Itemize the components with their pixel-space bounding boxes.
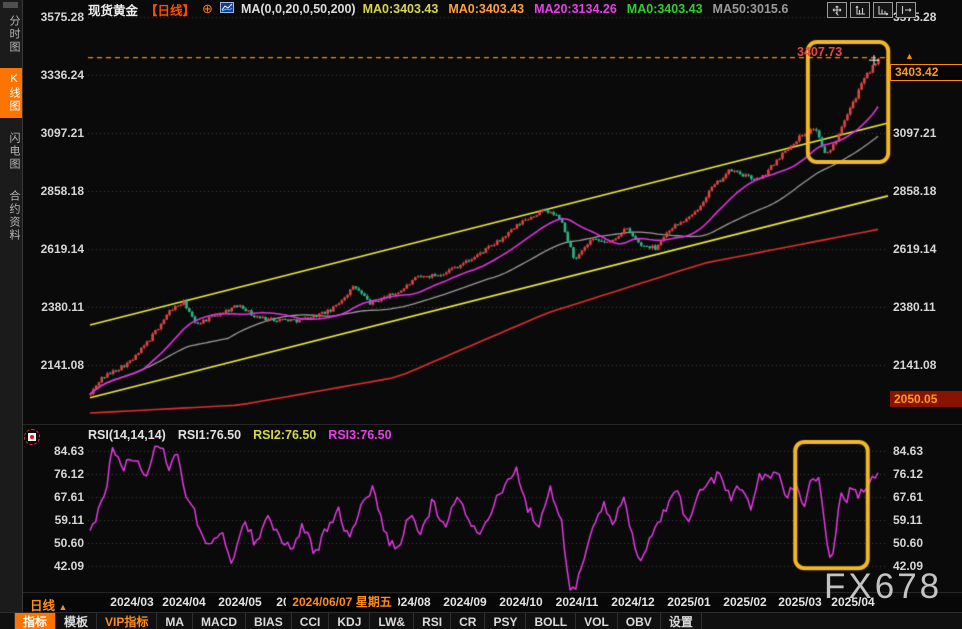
indicator-tab-OBV[interactable]: OBV bbox=[618, 613, 661, 629]
ma-formula: MA(0,0,20,0,50,200) bbox=[241, 2, 356, 16]
mini-line-chart-icon[interactable] bbox=[220, 2, 234, 16]
chart-canvas[interactable] bbox=[22, 0, 962, 597]
rsi-axis-label-left-2: 67.61 bbox=[28, 490, 84, 504]
indicator-tab-指标[interactable]: 指标 bbox=[15, 613, 56, 629]
price-axis-label-left-6: 2141.08 bbox=[28, 358, 84, 372]
indicator-tab-VOL[interactable]: VOL bbox=[576, 613, 618, 629]
range-low-badge: 2050.05 bbox=[890, 391, 962, 407]
chart-axis-right-icon[interactable] bbox=[873, 2, 893, 18]
period-tag: 【日线】 bbox=[145, 0, 195, 19]
circle-plus-icon[interactable]: ⊕ bbox=[202, 1, 213, 17]
indicator-tab-LW&[interactable]: LW& bbox=[370, 613, 414, 629]
chart-title-bar: 现货黄金 【日线】 ⊕ MA(0,0,20,0,50,200) MA0:3403… bbox=[88, 1, 788, 17]
date-axis-label-7: 2024/10 bbox=[499, 595, 542, 609]
ma-value-3: MA0:3403.43 bbox=[627, 2, 703, 16]
indicator-tab-VIP指标[interactable]: VIP指标 bbox=[97, 613, 157, 629]
price-axis-label-left-0: 3575.28 bbox=[28, 10, 84, 24]
rsi-axis-label-right-5: 42.09 bbox=[893, 559, 957, 573]
indicator-toolbar: 指标模板VIP指标MAMACDBIASCCIKDJLW&RSICRPSYBOLL… bbox=[0, 612, 962, 629]
sidebar-tab-3[interactable]: 合约资料 bbox=[0, 185, 22, 247]
sidebar-tab-0[interactable]: 分时图 bbox=[0, 10, 22, 59]
indicator-tab-MACD[interactable]: MACD bbox=[193, 613, 246, 629]
sidebar-tab-1[interactable]: K线图 bbox=[0, 68, 22, 118]
rsi-axis-label-left-3: 59.11 bbox=[28, 513, 84, 527]
date-axis-label-0: 2024/03 bbox=[110, 595, 153, 609]
axis-divider bbox=[22, 592, 962, 593]
sidebar-tabs: 分时图 K线图闪电图合约资料 bbox=[0, 10, 22, 256]
rsi-axis-label-left-0: 84.63 bbox=[28, 444, 84, 458]
price-axis-label-right-3: 2858.18 bbox=[893, 184, 957, 198]
date-axis-label-9: 2024/12 bbox=[611, 595, 654, 609]
date-axis-label-2: 2024/05 bbox=[218, 595, 261, 609]
price-up-arrow-icon: ▲ bbox=[905, 51, 914, 61]
symbol-name: 现货黄金 bbox=[88, 0, 138, 19]
rsi-axis-label-right-2: 67.61 bbox=[893, 490, 957, 504]
chart-axis-up-icon[interactable] bbox=[850, 2, 870, 18]
rsi-axis-label-left-4: 50.60 bbox=[28, 536, 84, 550]
rsi-axis-label-left-5: 42.09 bbox=[28, 559, 84, 573]
rsi-axis-label-right-0: 84.63 bbox=[893, 444, 957, 458]
price-axis-label-left-4: 2619.14 bbox=[28, 242, 84, 256]
date-axis-label-11: 2025/02 bbox=[723, 595, 766, 609]
ma-value-4: MA50:3015.6 bbox=[713, 2, 789, 16]
sidebar: 分时图 K线图闪电图合约资料 bbox=[0, 0, 23, 629]
toolbar-spacer bbox=[0, 613, 15, 629]
app-window: 分时图 K线图闪电图合约资料 现货黄金 【日线】 ⊕ MA(0,0,20,0,50… bbox=[0, 0, 962, 629]
indicator-tab-CCI[interactable]: CCI bbox=[292, 613, 330, 629]
rsi-header-item-0: RSI(14,14,14) bbox=[88, 428, 166, 442]
price-axis-label-right-4: 2619.14 bbox=[893, 242, 957, 256]
sidebar-scroll-thumb[interactable] bbox=[3, 2, 18, 8]
rsi-header-item-2: RSI2:76.50 bbox=[253, 428, 316, 442]
pan-icon[interactable] bbox=[827, 2, 847, 18]
indicator-tab-模板[interactable]: 模板 bbox=[56, 613, 97, 629]
footer-period-text: 日线 bbox=[30, 599, 55, 613]
indicator-tab-PSY[interactable]: PSY bbox=[485, 613, 526, 629]
price-axis-label-right-6: 2141.08 bbox=[893, 358, 957, 372]
ma-values: MA0:3403.43 MA0:3403.43 MA20:3134.26 MA0:34… bbox=[363, 2, 789, 16]
price-axis-label-left-2: 3097.21 bbox=[28, 126, 84, 140]
indicator-tab-MA[interactable]: MA bbox=[157, 613, 193, 629]
rsi-axis-label-right-4: 50.60 bbox=[893, 536, 957, 550]
rsi-header-item-1: RSI1:76.50 bbox=[178, 428, 241, 442]
price-axis-label-left-3: 2858.18 bbox=[28, 184, 84, 198]
date-axis-label-10: 2025/01 bbox=[667, 595, 710, 609]
indicator-tab-CR[interactable]: CR bbox=[451, 613, 485, 629]
chevron-up-icon: ▲ bbox=[59, 602, 68, 612]
crosshair-date-badge: 2024/06/07 星期五 bbox=[286, 594, 398, 611]
indicator-tab-RSI[interactable]: RSI bbox=[414, 613, 451, 629]
date-axis-label-13: 2025/04 bbox=[831, 595, 874, 609]
date-axis-label-1: 2024/04 bbox=[162, 595, 205, 609]
sidebar-tab-2[interactable]: 闪电图 bbox=[0, 127, 22, 176]
rsi-axis-label-left-1: 76.12 bbox=[28, 467, 84, 481]
exit-chart-icon[interactable] bbox=[896, 2, 916, 18]
rsi-axis-label-right-3: 59.11 bbox=[893, 513, 957, 527]
indicator-tab-BIAS[interactable]: BIAS bbox=[246, 613, 292, 629]
rsi-header: RSI(14,14,14) RSI1:76.50 RSI2:76.50 RSI3:76… bbox=[88, 428, 392, 442]
ma-value-1: MA0:3403.43 bbox=[448, 2, 524, 16]
high-price-label: 3407.73 bbox=[797, 45, 842, 59]
indicator-tab-KDJ[interactable]: KDJ bbox=[329, 613, 370, 629]
indicator-tab-设置[interactable]: 设置 bbox=[661, 613, 702, 629]
date-axis-label-6: 2024/09 bbox=[443, 595, 486, 609]
panel-divider bbox=[22, 424, 962, 425]
red-burst-icon[interactable] bbox=[24, 429, 40, 445]
rsi-axis-label-right-1: 76.12 bbox=[893, 467, 957, 481]
date-axis-label-12: 2025/03 bbox=[778, 595, 821, 609]
date-axis-label-8: 2024/11 bbox=[556, 595, 599, 609]
rsi-header-item-3: RSI3:76.50 bbox=[328, 428, 391, 442]
price-axis-label-left-5: 2380.11 bbox=[28, 300, 84, 314]
price-axis-label-right-2: 3097.21 bbox=[893, 126, 957, 140]
current-price-badge: 3403.42 bbox=[890, 64, 962, 81]
price-axis-label-right-5: 2380.11 bbox=[893, 300, 957, 314]
indicator-tab-BOLL[interactable]: BOLL bbox=[526, 613, 576, 629]
ma-value-2: MA20:3134.26 bbox=[534, 2, 617, 16]
chart-window-buttons bbox=[827, 2, 916, 18]
ma-value-0: MA0:3403.43 bbox=[363, 2, 439, 16]
price-axis-label-left-1: 3336.24 bbox=[28, 68, 84, 82]
